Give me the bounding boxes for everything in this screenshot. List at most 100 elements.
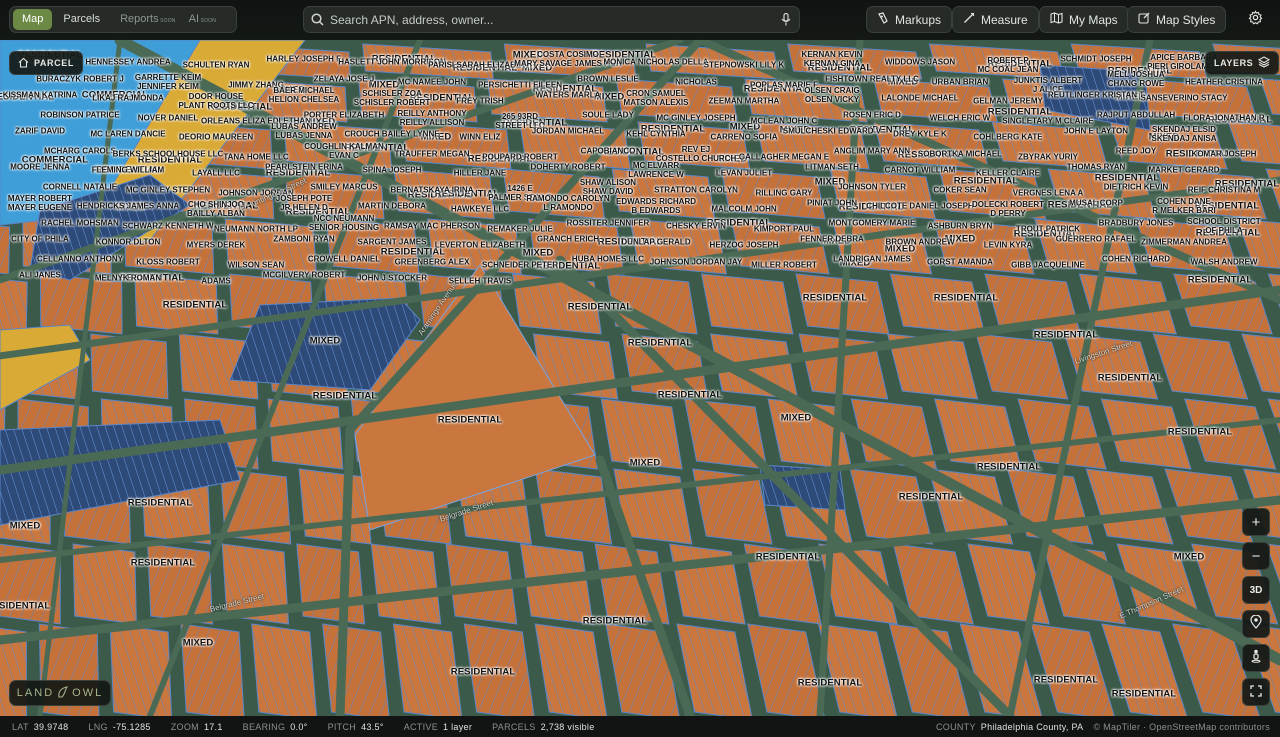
owner-label: TANA HOME LLC bbox=[223, 152, 289, 162]
parcel-block[interactable] bbox=[534, 468, 613, 545]
markups-button[interactable]: Markups bbox=[866, 6, 953, 33]
parcel-block[interactable] bbox=[322, 623, 390, 716]
tab-parcels[interactable]: Parcels bbox=[54, 9, 109, 30]
parcel-block[interactable] bbox=[889, 273, 986, 335]
pegman-icon bbox=[1250, 649, 1262, 667]
owner-label: LANDRIGAN JAMES bbox=[833, 254, 911, 264]
owner-label: ANGLIM MARY ANN bbox=[833, 146, 911, 156]
parcel-map[interactable]: RESIDENTIAL RESIDENTIAL RESIDENTIAL RESIDEN… bbox=[0, 0, 1280, 716]
owner-label: MUSAL CORP bbox=[1069, 198, 1123, 208]
owner-label: ROBINSON PATRICE bbox=[40, 110, 120, 120]
owner-label: COHEN RICHARD bbox=[1102, 254, 1170, 264]
parcel-block[interactable] bbox=[0, 219, 11, 275]
owner-label: NEUMANN NORTH LP bbox=[214, 224, 298, 234]
owner-label: POUPARD ROBERT bbox=[482, 152, 558, 162]
nav-tabs: Map Parcels Reports SOON AI SOON bbox=[9, 6, 237, 33]
parcel-chip[interactable]: PARCEL bbox=[9, 51, 83, 75]
search-input[interactable]: Search APN, address, owner... bbox=[330, 13, 773, 27]
zone-label: RESIDENTIAL bbox=[657, 389, 723, 401]
settings-button[interactable] bbox=[1242, 7, 1268, 33]
zone-label: MIXED bbox=[9, 520, 41, 532]
zone-label: RESIDENTIAL bbox=[0, 600, 51, 612]
owl-icon bbox=[56, 685, 70, 702]
parcel-block[interactable] bbox=[0, 274, 28, 335]
parcel-block[interactable] bbox=[251, 623, 318, 716]
tab-ai[interactable]: AI SOON bbox=[180, 9, 216, 30]
owner-label: MARKET GERARD bbox=[1148, 165, 1220, 175]
measure-button[interactable]: Measure bbox=[952, 6, 1039, 33]
owner-label: MCLEAN JOHN C bbox=[750, 116, 818, 126]
parcel-block[interactable] bbox=[39, 273, 123, 335]
owner-label: MC LAREN DANCIE bbox=[90, 129, 166, 139]
locate-button[interactable] bbox=[1242, 610, 1270, 638]
tab-map[interactable]: Map bbox=[13, 9, 53, 30]
owner-label: REV EJ COSTELLO CHURCH bbox=[655, 144, 737, 163]
zone-label: RESIDENTIAL bbox=[1033, 674, 1099, 686]
owner-label: ZAMBONI RYAN bbox=[273, 234, 335, 244]
owner-label: JOHN E LAYTON bbox=[1063, 126, 1129, 136]
3d-toggle-button[interactable]: 3D bbox=[1242, 576, 1270, 604]
owner-label: FLEMING WILLIAM bbox=[91, 165, 165, 175]
gear-icon bbox=[1248, 10, 1263, 30]
owner-label: PORTER ELIZABETH bbox=[303, 110, 385, 120]
owner-label: KLOSS ROBERT bbox=[136, 257, 200, 267]
zoom-out-button[interactable]: − bbox=[1242, 542, 1270, 570]
owner-label: OLSEN CRAIG OLSEN VICKY bbox=[804, 86, 860, 105]
owner-label: MALCOLM JOHN bbox=[711, 204, 777, 214]
fullscreen-button[interactable] bbox=[1242, 678, 1270, 706]
layers-button[interactable]: LAYERS bbox=[1205, 51, 1280, 75]
owner-label: MC GINLEY JOSEPH bbox=[656, 113, 736, 123]
owner-label: FREY TRISH bbox=[456, 96, 504, 106]
zone-label: RESIDENTIAL bbox=[450, 666, 516, 678]
owner-label: COUGHLIN KALMAN EVAN C bbox=[304, 141, 384, 160]
owner-label: GARRETTE KEIM JENNIFER KEIM bbox=[134, 72, 202, 91]
zoom-in-button[interactable]: + bbox=[1242, 508, 1270, 536]
owner-label: FISHTOWN REALTY LLC bbox=[825, 74, 919, 84]
top-bar: Map Parcels Reports SOON AI SOON Search AP… bbox=[0, 0, 1280, 40]
owner-label: REIF CHRISTINA M bbox=[1187, 185, 1261, 195]
map-attribution[interactable]: © MapTiler · OpenStreetMap contributors bbox=[1093, 722, 1270, 732]
tab-reports[interactable]: Reports SOON bbox=[111, 9, 175, 30]
owner-label: TRAUFFER MEGAN bbox=[394, 149, 470, 159]
parcel-block[interactable] bbox=[298, 468, 372, 545]
parcel-block[interactable] bbox=[370, 543, 442, 625]
landowl-logo: LAND OWL bbox=[9, 680, 111, 706]
owner-label: LIKAJ RAJMONDA bbox=[92, 93, 164, 103]
zone-label: RESIDENTIAL bbox=[1187, 274, 1253, 286]
pitch-label: PITCH bbox=[327, 721, 357, 732]
home-icon bbox=[18, 57, 29, 70]
owner-label: JORDAN MICHAEL bbox=[531, 126, 605, 136]
zone-label: MIXED bbox=[522, 247, 554, 259]
owner-label: PEARLSTEIN ERINA bbox=[265, 162, 343, 172]
owner-label: PINIAT JOHN bbox=[806, 198, 858, 208]
street-view-button[interactable] bbox=[1242, 644, 1270, 672]
parcel-block[interactable] bbox=[296, 543, 366, 625]
search-bar[interactable]: Search APN, address, owner... bbox=[303, 6, 800, 33]
microphone-icon[interactable] bbox=[773, 13, 799, 26]
location-pin-icon bbox=[1250, 614, 1262, 633]
zone-label: RESIDENTIAL bbox=[582, 615, 648, 627]
zone-label: RESIDENTIAL bbox=[797, 677, 863, 689]
parcel-block[interactable] bbox=[109, 623, 172, 716]
owner-label: DIETRICH KEVIN bbox=[1103, 182, 1169, 192]
map-styles-button[interactable]: Map Styles bbox=[1127, 6, 1227, 33]
owner-label: SKENDAJ ELSID SKENDAJ ANISA bbox=[1151, 125, 1217, 144]
my-maps-button[interactable]: My Maps bbox=[1039, 6, 1129, 33]
owner-label: STEPNOWSKI LILY K bbox=[703, 60, 785, 70]
owner-label: SANSEVERINO STACY bbox=[1140, 93, 1228, 103]
lat-label: LAT bbox=[12, 721, 29, 732]
map-icon bbox=[1050, 12, 1063, 27]
zone-label: RESIDENTIAL bbox=[933, 292, 999, 304]
owner-label: ROSEN ERIC D bbox=[843, 110, 901, 120]
owner-label: LEVAN JULIET bbox=[715, 168, 773, 178]
parcel-block[interactable] bbox=[72, 543, 137, 625]
zone-label: MIXED bbox=[629, 457, 661, 469]
owner-label: CAPOBIANCO bbox=[580, 146, 636, 156]
owner-label: FLORA JONATHAN R bbox=[1183, 113, 1265, 123]
zone-label: MIXED bbox=[309, 335, 341, 347]
owner-label: GREENBERG ALEX bbox=[394, 257, 470, 267]
zone-label: RESIDENTIAL bbox=[127, 497, 193, 509]
parcel-block[interactable] bbox=[700, 273, 794, 335]
owner-label: DEORIO MAUREEN bbox=[178, 132, 254, 142]
owner-label: MCGILVERY ROBERT bbox=[262, 270, 346, 280]
